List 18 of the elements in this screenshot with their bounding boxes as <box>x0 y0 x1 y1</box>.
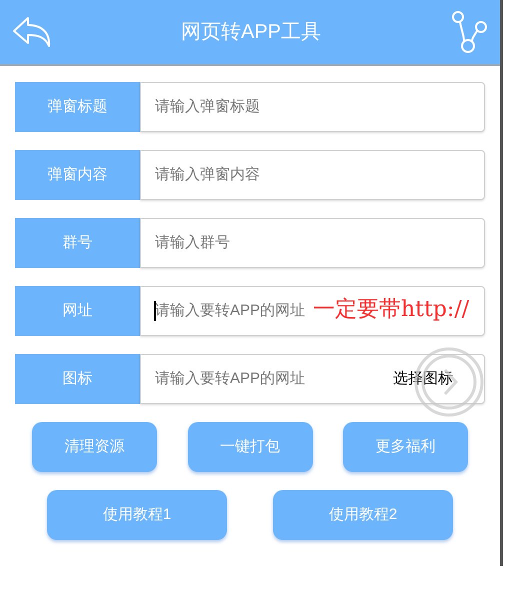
field-label: 群号 <box>15 218 140 268</box>
field-label: 网址 <box>15 286 140 336</box>
input-field[interactable]: 请输入群号 <box>140 218 485 268</box>
action-button[interactable]: 更多福利 <box>343 422 468 472</box>
tutorial-button[interactable]: 使用教程2 <box>273 490 453 540</box>
field-label: 图标 <box>15 354 140 404</box>
input-field[interactable]: 请输入弹窗内容 <box>140 150 485 200</box>
header-title: 网页转APP工具 <box>180 20 322 45</box>
back-icon[interactable] <box>12 15 52 49</box>
choose-icon-button[interactable]: 选择图标 <box>393 369 453 389</box>
tutorial-button[interactable]: 使用教程1 <box>47 490 227 540</box>
field-label: 弹窗内容 <box>15 150 140 200</box>
action-button[interactable]: 一键打包 <box>188 422 312 472</box>
input-field[interactable]: 请输入弹窗标题 <box>140 82 485 132</box>
action-button[interactable]: 清理资源 <box>32 422 157 472</box>
field-label: 弹窗标题 <box>15 82 140 132</box>
share-icon[interactable] <box>450 10 488 54</box>
annotation-text: 一定要带http:// <box>313 296 470 324</box>
